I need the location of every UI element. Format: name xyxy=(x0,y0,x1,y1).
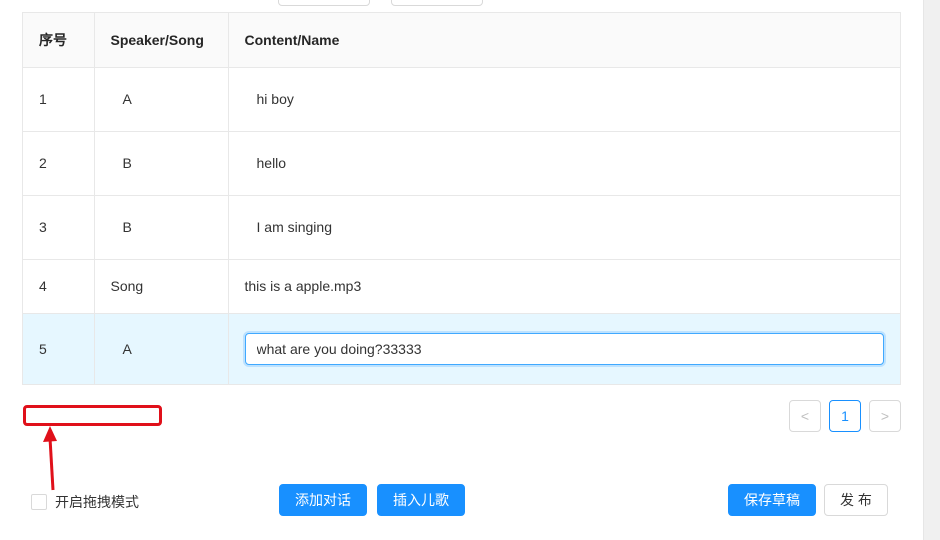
cell-content[interactable]: hi boy xyxy=(228,67,900,132)
page-scrollbar[interactable] xyxy=(923,0,940,540)
header-speaker: Speaker/Song xyxy=(94,13,229,68)
header-content: Content/Name xyxy=(228,13,900,68)
speaker-text: A xyxy=(122,340,132,357)
pagination-prev-button[interactable]: < xyxy=(789,400,821,432)
chevron-right-icon: > xyxy=(880,408,890,424)
cell-speaker[interactable]: B xyxy=(94,131,229,196)
content-text: hi boy xyxy=(256,91,294,107)
save-draft-button[interactable]: 保存草稿 xyxy=(728,484,816,516)
pagination: < 1 > xyxy=(789,400,901,432)
cell-index: 4 xyxy=(23,259,95,314)
cell-index: 5 xyxy=(23,313,95,384)
drag-mode-label: 开启拖拽模式 xyxy=(55,494,139,510)
dialogue-table: 序号 Speaker/Song Content/Name 1 A hi boy … xyxy=(22,12,901,385)
speaker-text: A xyxy=(122,91,132,107)
cell-speaker[interactable]: B xyxy=(94,195,229,260)
annotation-highlight-box xyxy=(23,405,162,426)
cell-index: 1 xyxy=(23,67,95,132)
table-row[interactable]: 2 B hello xyxy=(23,131,900,196)
table-row[interactable]: 1 A hi boy xyxy=(23,67,900,132)
cell-index: 3 xyxy=(23,195,95,260)
table-row-selected[interactable]: 5 A xyxy=(23,313,900,384)
cell-content[interactable]: hello xyxy=(228,131,900,196)
cell-content[interactable]: this is a apple.mp3 xyxy=(228,259,900,314)
content-edit-input[interactable] xyxy=(244,332,884,365)
content-text: I am singing xyxy=(256,219,332,235)
cell-speaker[interactable]: Song xyxy=(94,259,229,314)
cell-speaker[interactable]: A xyxy=(94,67,229,132)
insert-song-button[interactable]: 插入儿歌 xyxy=(377,484,465,516)
header-index: 序号 xyxy=(23,13,95,68)
add-dialogue-button[interactable]: 添加对话 xyxy=(279,484,367,516)
cell-index: 2 xyxy=(23,131,95,196)
table-row[interactable]: 4 Song this is a apple.mp3 xyxy=(23,259,900,314)
drag-mode-toggle[interactable]: 开启拖拽模式 xyxy=(31,492,139,512)
cell-content[interactable]: I am singing xyxy=(228,195,900,260)
table-header-row: 序号 Speaker/Song Content/Name xyxy=(23,13,900,68)
publish-button[interactable]: 发 布 xyxy=(824,484,888,516)
content-text: hello xyxy=(256,155,287,171)
table-row[interactable]: 3 B I am singing xyxy=(23,195,900,260)
cell-speaker[interactable]: A xyxy=(94,313,229,384)
pagination-page-button[interactable]: 1 xyxy=(829,400,861,432)
chevron-left-icon: < xyxy=(800,408,810,424)
drag-mode-checkbox[interactable] xyxy=(31,494,47,510)
speaker-text: B xyxy=(122,219,132,235)
cell-content xyxy=(228,313,900,384)
bottom-action-bar: 开启拖拽模式 添加对话 插入儿歌 保存草稿 发 布 xyxy=(0,484,924,518)
pagination-next-button[interactable]: > xyxy=(869,400,901,432)
top-toolbar-button-1[interactable] xyxy=(278,0,370,6)
speaker-text: B xyxy=(122,155,132,171)
top-toolbar-button-2[interactable] xyxy=(391,0,483,6)
